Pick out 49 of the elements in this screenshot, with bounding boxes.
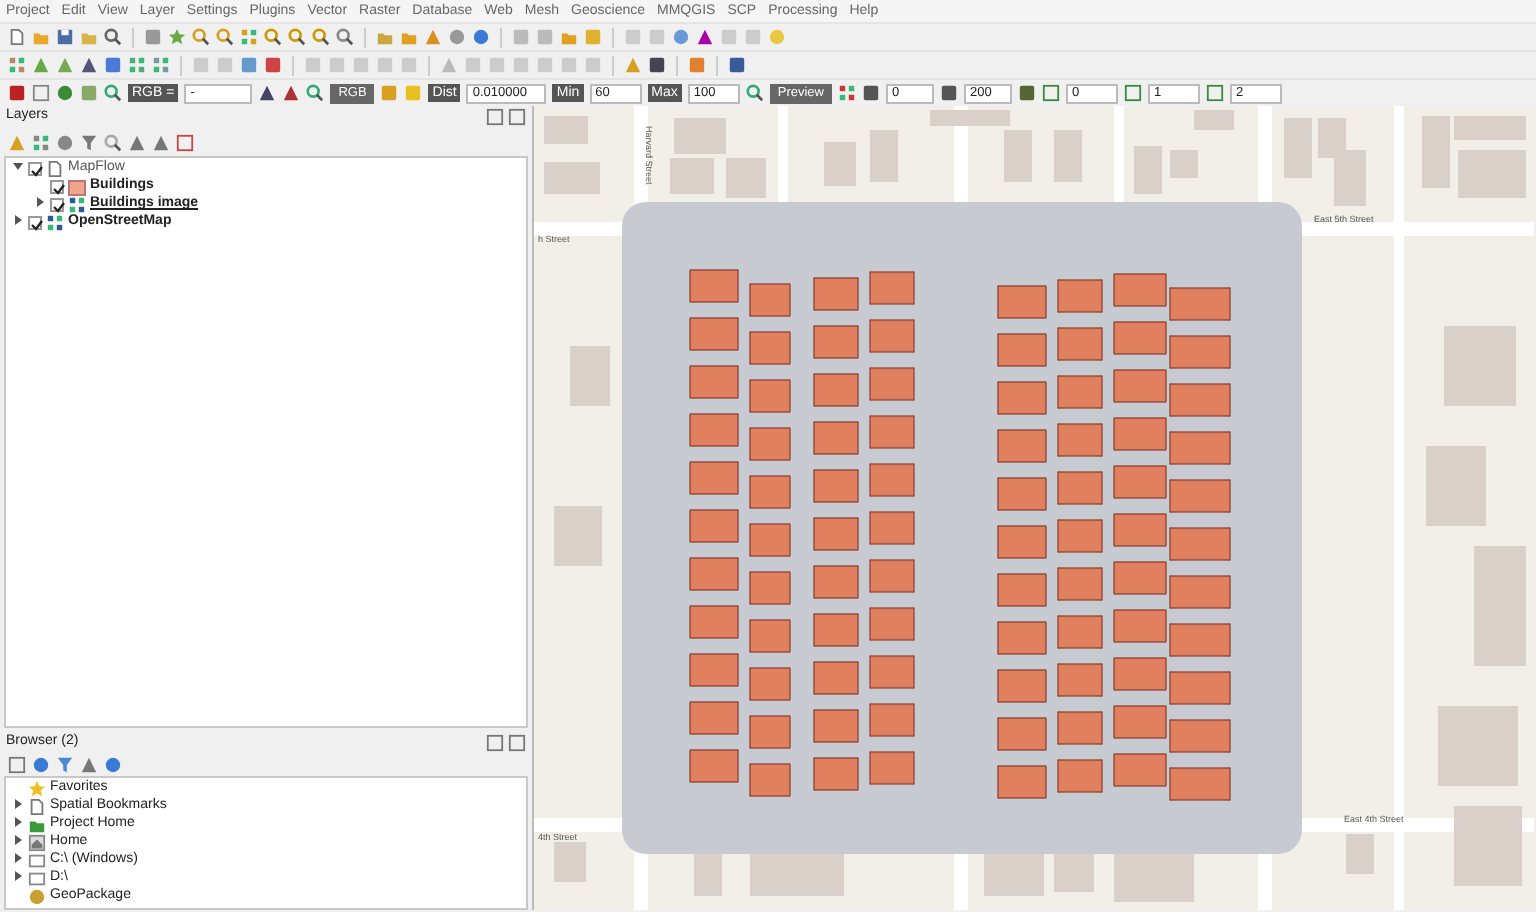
magnifier-icon[interactable] <box>104 28 122 46</box>
caret-icon[interactable] <box>12 160 24 173</box>
square-icon[interactable] <box>648 56 666 74</box>
zoom-icon[interactable] <box>288 28 306 46</box>
square-icon[interactable] <box>264 56 282 74</box>
caret-icon[interactable] <box>12 870 24 883</box>
square-icon[interactable] <box>176 133 194 151</box>
circle-icon[interactable] <box>672 28 690 46</box>
folder-icon[interactable] <box>560 28 578 46</box>
filter-icon[interactable] <box>80 133 98 151</box>
layer-checkbox[interactable] <box>50 180 64 194</box>
caret-icon[interactable] <box>12 816 24 829</box>
grid-icon[interactable] <box>240 28 258 46</box>
folder-icon <box>28 816 46 834</box>
caret-icon[interactable] <box>12 852 24 865</box>
square-icon[interactable] <box>1206 84 1224 102</box>
zoom-icon[interactable] <box>336 28 354 46</box>
square-icon[interactable] <box>1124 84 1142 102</box>
zoom-out-icon[interactable] <box>216 28 234 46</box>
layer-checkbox[interactable] <box>28 216 42 230</box>
zoom-icon[interactable] <box>312 28 330 46</box>
zoom-in-icon[interactable] <box>192 28 210 46</box>
square-icon[interactable] <box>8 84 26 102</box>
star-icon <box>28 780 46 798</box>
magnifier-icon[interactable] <box>104 133 122 151</box>
layer-checkbox[interactable] <box>50 198 64 212</box>
save-icon[interactable] <box>56 28 74 46</box>
square-icon[interactable] <box>940 84 958 102</box>
square-icon[interactable] <box>862 84 880 102</box>
square-icon[interactable] <box>1018 84 1036 102</box>
caret-icon[interactable] <box>12 798 24 811</box>
square-icon[interactable] <box>1042 84 1060 102</box>
new-page-icon[interactable] <box>8 28 26 46</box>
zoom-icon[interactable] <box>306 84 325 102</box>
zoom-icon[interactable] <box>264 28 282 46</box>
caret-icon[interactable] <box>12 214 24 227</box>
home-icon <box>28 834 46 852</box>
layer-checkbox[interactable] <box>28 162 42 176</box>
grid-icon[interactable] <box>838 84 856 102</box>
raster-icon <box>46 214 64 232</box>
caret-icon[interactable] <box>12 834 24 847</box>
raster-icon <box>68 196 86 214</box>
zoom-icon[interactable] <box>104 84 122 102</box>
zoom-icon[interactable] <box>745 84 764 102</box>
grid-icon[interactable] <box>128 56 146 74</box>
grid-icon[interactable] <box>152 56 170 74</box>
warning-icon[interactable] <box>624 56 642 74</box>
square-icon[interactable] <box>104 56 122 74</box>
caret-icon[interactable] <box>34 196 46 209</box>
